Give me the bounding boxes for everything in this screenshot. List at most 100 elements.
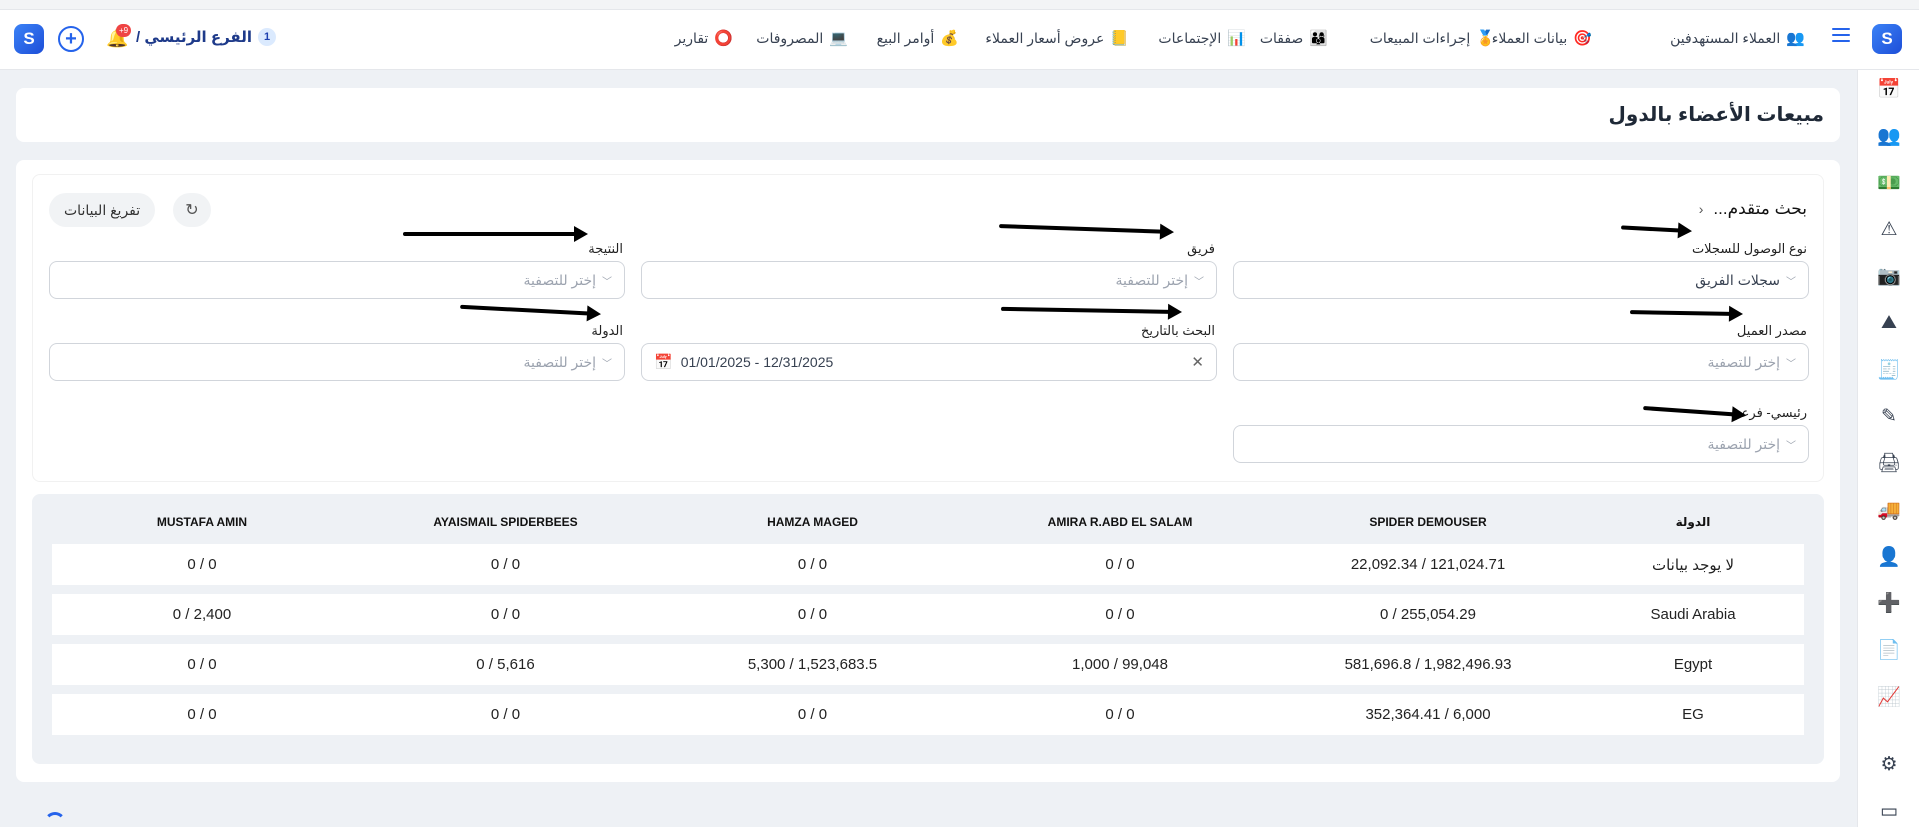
nav-item-meetings[interactable]: 📊 الإجتماعات xyxy=(1158,28,1246,48)
user-add-icon[interactable]: ➕ xyxy=(1876,590,1902,616)
sales-table: الدولة SPIDER DEMOUSER AMIRA R.ABD EL SA… xyxy=(32,494,1824,764)
calendar-icon: 📅 xyxy=(654,354,673,371)
chart-icon[interactable]: 📈 xyxy=(1876,684,1902,710)
table-cell: 6,000 / 352,364.41 xyxy=(1365,706,1491,723)
table-cell: 0 / 0 xyxy=(490,556,521,573)
bell-icon[interactable]: 🔔 +9 xyxy=(106,24,131,49)
gear-icon[interactable]: ⚙ xyxy=(1876,751,1902,777)
label-team: فريق xyxy=(1187,241,1215,256)
team-select[interactable]: ﹀ إختر للتصفية xyxy=(641,261,1217,299)
printer-icon[interactable]: 🖨 xyxy=(1876,450,1902,476)
money-bag-icon: 💰 xyxy=(940,30,959,47)
nav-item-deals[interactable]: 👨‍👩‍👦 صفقات xyxy=(1260,28,1328,48)
table-cell: 121,024.71 / 22,092.34 xyxy=(1350,556,1506,573)
main-sub-select[interactable]: ﹀ إختر للتصفية xyxy=(1233,425,1809,463)
export-label: تفريغ البيانات xyxy=(64,201,141,218)
advanced-search-toggle[interactable]: بحث متقدم... ‹ xyxy=(1699,199,1807,219)
app-logo-icon[interactable]: S xyxy=(1872,24,1902,54)
annotation-arrow xyxy=(1643,406,1744,417)
nav-label: صفقات xyxy=(1259,29,1304,46)
result-select[interactable]: ﹀ إختر للتصفية xyxy=(49,261,625,299)
table-cell: 1,523,683.5 / 5,300 xyxy=(747,656,878,673)
table-cell: 2,400 / 0 xyxy=(172,606,232,623)
annotation-arrow xyxy=(999,223,1172,234)
camera-icon[interactable]: 📷 xyxy=(1876,263,1902,289)
add-button[interactable]: + xyxy=(58,26,84,52)
user-settings-icon[interactable]: 👤 xyxy=(1876,544,1902,570)
nav-label: المصروفات xyxy=(756,29,824,46)
nav-item-sales-orders[interactable]: 💰 أوامر البيع xyxy=(877,28,959,48)
header-member[interactable]: SPIDER DEMOUSER xyxy=(1274,506,1582,538)
export-button[interactable]: تفريغ البيانات xyxy=(49,193,156,227)
table-cell: 0 / 0 xyxy=(797,706,828,723)
country-select[interactable]: ﹀ إختر للتصفية xyxy=(49,343,625,381)
client-source-placeholder: إختر للتصفية xyxy=(1707,353,1780,370)
table-cell: 0 / 0 xyxy=(797,606,828,623)
clear-icon[interactable]: ✕ xyxy=(1191,353,1204,371)
org-icon: 👨‍👩‍👦 xyxy=(1309,30,1328,47)
table-row: Saudi Arabia 255,054.29 / 0 0 / 0 0 / 0 … xyxy=(52,594,1804,635)
table-cell: 0 / 0 xyxy=(1105,556,1135,573)
medal-icon: 🏅 xyxy=(1476,30,1495,47)
truck-icon[interactable]: 🚚 xyxy=(1876,497,1902,523)
table-cell: 0 / 0 xyxy=(1105,706,1135,723)
warning-icon[interactable]: ⚠ xyxy=(1876,216,1902,242)
calendar-plus-icon[interactable]: 📅 xyxy=(1876,76,1902,102)
branch-selector[interactable]: 1 الفرع الرئيسي / xyxy=(136,28,276,46)
reports-icon: ⭕ xyxy=(714,30,733,47)
nav-item-quotes[interactable]: 📒 عروض أسعار العملاء xyxy=(985,28,1129,48)
users-icon: 👥 xyxy=(1786,30,1805,47)
country-placeholder: إختر للتصفية xyxy=(523,353,596,370)
window-icon[interactable]: ▭ xyxy=(1876,798,1902,824)
main-panel: بحث متقدم... ‹ ↻ تفريغ البيانات نوع الوص… xyxy=(16,160,1840,782)
table-header: الدولة SPIDER DEMOUSER AMIRA R.ABD EL SA… xyxy=(52,506,1804,538)
date-range-input[interactable]: 📅 01/01/2025 - 12/31/2025 ✕ xyxy=(641,343,1217,381)
target-icon: 🎯 xyxy=(1573,30,1592,47)
main-sub-placeholder: إختر للتصفية xyxy=(1707,435,1780,452)
label-country: الدولة xyxy=(591,323,623,338)
nav-label: إجراءات المبيعات xyxy=(1369,29,1471,46)
team-icon[interactable]: 👥 xyxy=(1876,123,1902,149)
top-bar: S 👥 العملاء المستهدفين 🎯 بيانات العملاء 🏅 إ… xyxy=(0,0,1919,70)
client-source-select[interactable]: ﹀ إختر للتصفية xyxy=(1233,343,1809,381)
table-row: EG 6,000 / 352,364.41 0 / 0 0 / 0 0 / 0 … xyxy=(52,694,1804,735)
table-cell: 0 / 0 xyxy=(187,556,217,573)
header-member[interactable]: MUSTAFA AMIN xyxy=(52,506,352,538)
money-icon[interactable]: 💵 xyxy=(1876,170,1902,196)
document-search-icon[interactable]: 📄 xyxy=(1876,637,1902,663)
header-member[interactable]: AYAISMAIL SPIDERBEES xyxy=(352,506,659,538)
table-cell: 255,054.29 / 0 xyxy=(1380,606,1476,623)
notification-badge: +9 xyxy=(116,24,131,37)
access-type-value: سجلات الفريق xyxy=(1695,271,1780,288)
header-member[interactable]: AMIRA R.ABD EL SALAM xyxy=(966,506,1274,538)
header-country[interactable]: الدولة xyxy=(1582,506,1804,538)
branch-number: 1 xyxy=(258,28,276,46)
nav-label: أوامر البيع xyxy=(876,29,935,46)
signature-icon[interactable]: ✎ xyxy=(1876,403,1902,429)
mountain-icon[interactable]: ⛰ xyxy=(1876,310,1902,336)
secondary-logo-icon[interactable]: S xyxy=(14,24,44,54)
refresh-icon: ↻ xyxy=(185,202,199,219)
annotation-arrow xyxy=(403,226,588,242)
page-title-card: مبيعات الأعضاء بالدول xyxy=(16,88,1840,142)
access-type-select[interactable]: ﹀ سجلات الفريق xyxy=(1233,261,1809,299)
table-cell: 0 / 0 xyxy=(490,706,521,723)
nav-item-reports[interactable]: ⭕ تقارير xyxy=(675,28,733,48)
nav-label: بيانات العملاء xyxy=(1491,29,1568,46)
invoice-icon[interactable]: 🧾 xyxy=(1876,357,1902,383)
team-placeholder: إختر للتصفية xyxy=(1115,271,1188,288)
chevron-left-icon: ‹ xyxy=(1698,201,1704,217)
nav-item-target-clients[interactable]: 👥 العملاء المستهدفين xyxy=(1670,28,1805,48)
nav-item-client-data[interactable]: 🎯 بيانات العملاء xyxy=(1492,28,1592,48)
nav-item-sales-actions[interactable]: 🏅 إجراءات المبيعات xyxy=(1370,28,1495,48)
chevron-down-icon: ﹀ xyxy=(1786,440,1796,452)
table-cell: 0 / 0 xyxy=(187,706,217,723)
refresh-button[interactable]: ↻ xyxy=(173,193,211,227)
table-cell: 1,982,496.93 / 581,696.8 xyxy=(1344,656,1512,673)
label-date-search: البحث بالتاريخ xyxy=(1141,323,1215,338)
header-member[interactable]: HAMZA MAGED xyxy=(659,506,966,538)
label-access-type: نوع الوصول للسجلات xyxy=(1691,241,1807,256)
nav-item-expenses[interactable]: 💻 المصروفات xyxy=(756,28,848,48)
annotation-arrow xyxy=(1620,225,1690,233)
menu-icon[interactable] xyxy=(1832,28,1850,42)
